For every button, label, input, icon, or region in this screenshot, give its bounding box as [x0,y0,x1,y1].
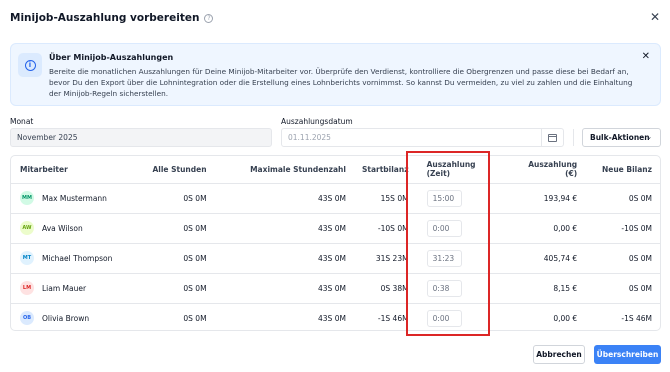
avatar: AW [20,221,34,235]
col-header-all-hours: Alle Stunden [139,156,215,184]
new-balance-cell: -10S 0M [585,213,660,244]
payout-eur-cell: 0,00 € [553,313,578,323]
payout-table: Mitarbeiter Alle Stunden Maximale Stunde… [10,155,661,331]
payout-time-cell: 31:23 [416,243,506,274]
payout-eur-cell: 8,15 € [505,273,586,304]
payout-date-label: Auszahlungsdatum [281,117,353,126]
employee-name: Liam Mauer [42,283,87,293]
calendar-icon [548,133,557,142]
avatar: MT [20,251,34,265]
month-value: November 2025 [17,133,78,142]
employee-cell: MT Michael Thompson [11,243,140,274]
bulk-actions-label: Bulk-Aktionen [590,133,650,142]
info-icon: i [24,59,36,71]
payout-time-input[interactable]: 31:23 [426,249,462,267]
avatar: OB [20,311,34,326]
new-balance-cell: 0S 0M [585,183,660,214]
table-row: MM Max Mustermann 0S 0M 43S 0M 15S 0M 15:00 19… [11,183,660,214]
employee-cell: LM Liam Mauer [11,273,140,304]
employee-cell: AW Ava Wilson [11,213,140,244]
help-circle-icon[interactable]: ? [204,13,214,23]
table-header-row: Mitarbeiter Alle Stunden Maximale Stunde… [11,156,660,184]
col-header-employee: Mitarbeiter [11,156,140,184]
month-field: November 2025 [10,128,272,147]
employee-name: Michael Thompson [42,253,113,263]
info-text: Bereite die monatlichen Auszahlungen für… [49,67,633,98]
payout-eur-cell: 193,94 € [505,183,586,214]
all-hours-cell: 0S 0M [139,243,215,274]
max-hours-cell: 43S 0M [318,313,346,323]
avatar: LM [20,281,34,295]
divider [573,129,574,146]
all-hours-cell: 0S 0M [139,213,215,244]
info-icon-box: i [18,53,42,77]
employee-name: Max Mustermann [42,193,107,203]
close-icon[interactable]: ✕ [650,10,660,24]
employee-cell: OB Olivia Brown [11,303,139,330]
payout-date-input[interactable]: 01.11.2025 [281,128,564,147]
table-row: LM Liam Mauer 0S 0M 43S 0M 0S 38M 0:38 8,15 €0… [11,273,660,304]
calendar-button[interactable] [541,129,563,146]
employee-name: Ava Wilson [42,223,83,233]
employee-cell: MM Max Mustermann [11,183,140,214]
overwrite-button[interactable]: Überschreiben [594,345,661,364]
close-icon[interactable]: ✕ [642,51,650,62]
avatar: MM [20,191,34,205]
new-balance-cell: 0S 0M [585,243,660,274]
chevron-down-icon: ⌄ [646,133,652,141]
info-banner: i Über Minijob-Auszahlungen Bereite die … [10,43,661,106]
col-header-max-hours: Maximale Stundenzahl [214,156,354,184]
all-hours-cell: 0S 0M [183,313,207,323]
start-balance-cell: 31S 23M [353,243,417,274]
new-balance-cell: -1S 46M [621,313,652,323]
col-header-new-balance: Neue Bilanz [585,156,660,184]
payout-time-input[interactable]: 0:00 [426,309,462,327]
month-label: Monat [10,117,34,126]
payout-eur-cell: 0,00 € [505,213,586,244]
start-balance-cell: 0S 38M [353,273,417,304]
start-balance-cell: -1S 46M [377,313,409,323]
col-header-payout-time: Auszahlung (Zeit) [416,156,506,184]
bulk-actions-button[interactable]: Bulk-Aktionen ⌄ [582,128,661,147]
payout-time-cell: 0:00 [417,303,506,330]
payout-time-cell: 0:00 [416,213,506,244]
max-hours-cell: 43S 0M [214,213,354,244]
payout-time-cell: 0:38 [416,273,506,304]
max-hours-cell: 43S 0M [214,243,354,274]
new-balance-cell: 0S 0M [585,273,660,304]
payout-eur-cell: 405,74 € [505,243,586,274]
all-hours-cell: 0S 0M [139,273,215,304]
max-hours-cell: 43S 0M [214,273,354,304]
all-hours-cell: 0S 0M [139,183,215,214]
info-title: Über Minijob-Auszahlungen [49,53,174,62]
cancel-button[interactable]: Abbrechen [533,345,585,364]
payout-time-cell: 15:00 [416,183,506,214]
table-row: MT Michael Thompson 0S 0M 43S 0M 31S 23M 31:2… [11,243,660,274]
payout-time-input[interactable]: 0:00 [426,219,462,237]
payout-time-input[interactable]: 15:00 [426,189,462,207]
start-balance-cell: 15S 0M [353,183,417,214]
start-balance-cell: -10S 0M [353,213,417,244]
col-header-start-balance: Startbilanz [353,156,417,184]
max-hours-cell: 43S 0M [214,183,354,214]
employee-name: Olivia Brown [42,313,90,323]
payout-time-input[interactable]: 0:38 [426,279,462,297]
dialog-header: Minijob-Auszahlung vorbereiten ? ✕ [10,10,660,26]
table-row: AW Ava Wilson 0S 0M 43S 0M -10S 0M 0:00 0,00 €… [11,213,660,244]
payout-date-placeholder: 01.11.2025 [288,133,331,142]
dialog-title: Minijob-Auszahlung vorbereiten [10,12,200,24]
col-header-payout-eur: Auszahlung (€) [505,156,586,184]
table-row: OB Olivia Brown 0S 0M 43S 0M -1S 46M 0:00 0,00… [11,303,660,330]
